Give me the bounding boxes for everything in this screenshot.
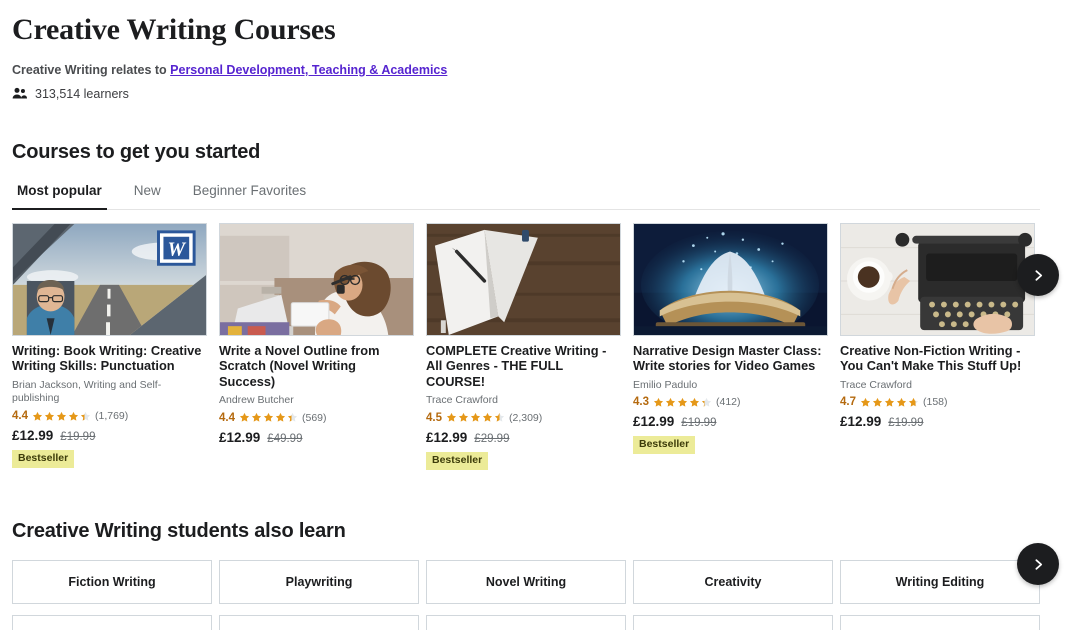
course-rating: 4.3 (412) [633,396,828,408]
courses-section-heading: Courses to get you started [12,140,261,163]
topic-chip-screenwriting[interactable]: Screenwriting [840,614,1040,630]
course-title[interactable]: COMPLETE Creative Writing - All Genres -… [426,343,621,390]
course-card[interactable]: COMPLETE Creative Writing - All Genres -… [426,222,621,470]
course-price: £12.99 £49.99 [219,430,414,445]
bestseller-badge: Bestseller [633,436,696,454]
topics-section-heading: Creative Writing students also learn [12,519,346,542]
current-price: £12.99 [426,429,468,445]
course-title[interactable]: Writing: Book Writing: Creative Writing … [12,343,207,374]
course-rating: 4.7 (158) [840,396,1035,408]
learners-count: 313,514 learners [35,86,129,101]
rating-value: 4.4 [219,411,235,424]
bestseller-badge: Bestseller [426,451,489,470]
original-price: £49.99 [267,432,303,445]
relates-category-links[interactable]: Personal Development, Teaching & Academi… [170,63,447,77]
relates-to-line: Creative Writing relates to Personal Dev… [12,62,1069,80]
course-card[interactable]: Narrative Design Master Class: Write sto… [633,222,828,470]
page-title: Creative Writing Courses [12,13,336,46]
learners-row: 313,514 learners [12,87,1069,101]
course-thumbnail-woman-writing-laptop [219,222,414,336]
current-price: £12.99 [219,429,261,445]
course-rating: 4.5 (2,309) [426,412,621,424]
rating-value: 4.5 [426,411,442,424]
current-price: £12.99 [633,414,675,430]
topic-chip-poetry[interactable]: Poetry [12,614,212,630]
rating-value: 4.4 [12,410,28,422]
original-price: £19.99 [888,417,924,430]
star-rating-icon [860,397,919,408]
tab-new[interactable]: New [129,183,166,209]
course-author: Andrew Butcher [219,394,294,407]
bestseller-badge: Bestseller [12,450,75,468]
rating-count: (569) [302,411,327,424]
rating-count: (412) [716,396,741,409]
course-topic-page: Creative Writing Courses Creative Writin… [0,0,1081,630]
people-icon [12,87,27,100]
course-author: Brian Jackson, Writing and Self-publishi… [12,378,162,405]
topic-chip-novel-writing[interactable]: Novel Writing [426,559,626,604]
topic-chip-grid: Fiction Writing Playwriting Novel Writin… [12,559,1047,630]
rating-count: (158) [923,396,948,409]
course-thumbnail-magic-open-book [633,222,828,336]
course-rating: 4.4 (1,769) [12,410,207,422]
course-price: £12.99 £19.99 [12,428,207,443]
course-price: £12.99 £19.99 [633,414,828,429]
topic-chip-writing-a-book[interactable]: Writing a Book [426,614,626,630]
rating-value: 4.3 [633,396,649,409]
topic-chip-writing-editing[interactable]: Writing Editing [840,559,1040,604]
courses-carousel-next-button[interactable] [1017,254,1059,296]
course-author: Trace Crawford [426,394,498,407]
original-price: £29.99 [474,432,510,445]
relates-prefix: Creative Writing relates to [12,63,171,77]
chevron-right-icon [1032,558,1045,571]
topic-chip-playwriting[interactable]: Playwriting [219,559,419,604]
star-rating-icon [239,412,298,423]
rating-count: (2,309) [509,411,543,424]
course-price: £12.99 £29.99 [426,430,621,445]
course-thumbnail-notebook-pen-desk [426,222,621,336]
rating-count: (1,769) [95,410,129,422]
course-author: Trace Crawford [840,378,912,391]
course-title[interactable]: Narrative Design Master Class: Write sto… [633,343,828,374]
course-author: Emilio Padulo [633,378,698,391]
course-card[interactable]: Creative Non-Fiction Writing - You Can't… [840,222,1035,470]
rating-value: 4.7 [840,396,856,409]
svg-text:W: W [168,238,187,260]
course-card[interactable]: W Writing: Book Writing: Creative Writin… [12,222,207,470]
course-tabs: Most popular New Beginner Favorites [12,183,1040,210]
course-thumbnail-typewriter-coffee [840,222,1035,336]
original-price: £19.99 [681,417,717,430]
star-rating-icon [32,411,91,422]
star-rating-icon [446,412,505,423]
course-rating: 4.4 (569) [219,412,414,424]
course-price: £12.99 £19.99 [840,414,1035,429]
original-price: £19.99 [60,431,96,443]
topic-chip-fiction-writing[interactable]: Fiction Writing [12,559,212,604]
topic-chip-creativity[interactable]: Creativity [633,559,833,604]
chevron-right-icon [1032,269,1045,282]
course-card[interactable]: Write a Novel Outline from Scratch (Nove… [219,222,414,470]
star-rating-icon [653,397,712,408]
topic-chip-storytelling[interactable]: Storytelling [633,614,833,630]
course-thumbnail-road-word-icon-instructor: W [12,222,207,336]
course-title[interactable]: Creative Non-Fiction Writing - You Can't… [840,343,1035,374]
topic-chip-writing[interactable]: Writing [219,614,419,630]
tab-beginner-favorites[interactable]: Beginner Favorites [188,183,311,209]
topics-carousel-next-button[interactable] [1017,543,1059,585]
current-price: £12.99 [12,428,54,443]
tab-most-popular[interactable]: Most popular [12,183,107,210]
course-card-list: W Writing: Book Writing: Creative Writin… [12,222,1069,470]
course-title[interactable]: Write a Novel Outline from Scratch (Nove… [219,343,414,390]
current-price: £12.99 [840,414,882,430]
